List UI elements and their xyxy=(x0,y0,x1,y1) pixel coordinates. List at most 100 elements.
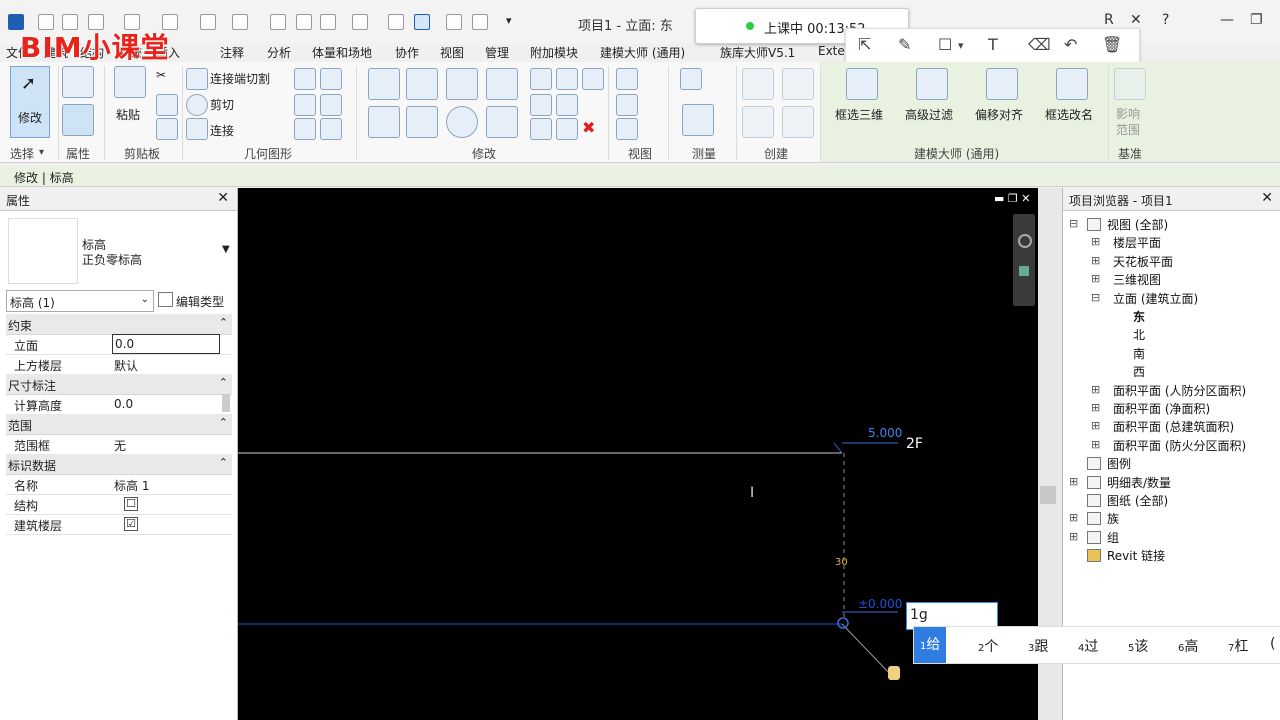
property-value[interactable]: 默认 xyxy=(114,357,138,374)
tree-expand-icon[interactable]: ⊞ xyxy=(1091,235,1100,248)
tree-expand-icon[interactable]: ⊞ xyxy=(1069,511,1078,524)
paste-icon[interactable] xyxy=(114,66,146,98)
tree-expand-icon[interactable]: ⊞ xyxy=(1069,475,1078,488)
scope-label[interactable]: 影响范围 xyxy=(1116,106,1144,138)
property-row[interactable]: 名称 标高 1 xyxy=(6,474,232,495)
paint-icon[interactable] xyxy=(320,68,342,90)
copy-element-icon[interactable] xyxy=(406,106,438,138)
browser-item[interactable]: 面积平面 (防火分区面积) xyxy=(1113,437,1246,454)
close-icon[interactable]: ✕ xyxy=(217,190,229,206)
split-gap-icon[interactable] xyxy=(556,68,578,90)
tab-8[interactable]: 协作 xyxy=(395,44,419,61)
trash-icon[interactable]: 🗑 xyxy=(1102,35,1122,54)
print-icon[interactable] xyxy=(200,14,216,30)
create-assembly-icon[interactable] xyxy=(782,68,814,100)
property-category[interactable]: 尺寸标注 ⌃ xyxy=(6,374,232,395)
ime-more-icon[interactable]: ( xyxy=(1270,636,1275,652)
cope-label[interactable]: 连接端切割 xyxy=(210,70,270,87)
box-rename-label[interactable]: 框选改名 xyxy=(1045,106,1093,123)
rotate-icon[interactable] xyxy=(446,106,478,138)
match-properties-icon[interactable] xyxy=(156,118,178,140)
aligned-dimension-icon[interactable] xyxy=(682,104,714,136)
copy-icon[interactable] xyxy=(156,94,178,116)
tab-13[interactable]: 族库大师V5.1 xyxy=(720,44,795,61)
hammer-icon[interactable] xyxy=(320,118,342,140)
property-row[interactable]: 上方楼层 默认 xyxy=(6,354,232,375)
tab-10[interactable]: 管理 xyxy=(485,44,509,61)
browser-item[interactable]: 族 xyxy=(1107,510,1119,527)
properties-scrollbar[interactable] xyxy=(222,394,230,412)
property-checkbox[interactable]: ☐ xyxy=(124,497,138,511)
instance-selector[interactable]: 标高 (1) ⌄ xyxy=(6,290,154,312)
ime-candidate[interactable]: 2个 xyxy=(978,636,998,656)
measure-distance-icon[interactable] xyxy=(680,68,702,90)
undo-annotation-icon[interactable]: ↶ xyxy=(1064,35,1077,54)
hide-icon[interactable] xyxy=(616,68,638,90)
text-icon[interactable] xyxy=(320,14,336,30)
property-value-input[interactable]: 0.0 xyxy=(112,334,220,354)
ime-candidate[interactable]: 3跟 xyxy=(1028,636,1048,656)
measure-icon[interactable] xyxy=(232,14,248,30)
unpin-icon[interactable] xyxy=(582,68,604,90)
level-2f-value[interactable]: 5.000 xyxy=(868,426,902,440)
switch-windows-icon[interactable] xyxy=(472,14,488,30)
scope-box-icon[interactable] xyxy=(1114,68,1146,100)
level-0-value[interactable]: ±0.000 xyxy=(858,597,902,611)
browser-item[interactable]: 图纸 (全部) xyxy=(1107,492,1168,509)
ime-candidate[interactable]: 6高 xyxy=(1178,636,1198,656)
offset-align-label[interactable]: 偏移对齐 xyxy=(975,106,1023,123)
ime-candidate[interactable]: 5该 xyxy=(1128,636,1148,656)
split-face-icon[interactable] xyxy=(294,68,316,90)
browser-item[interactable]: 西 xyxy=(1133,363,1145,380)
linework-icon[interactable] xyxy=(616,118,638,140)
box-select-3d-icon[interactable] xyxy=(846,68,878,100)
property-row[interactable]: 建筑楼层 ☑ xyxy=(6,514,232,535)
offset-align-icon[interactable] xyxy=(986,68,1018,100)
chevron-down-icon[interactable]: ▾ xyxy=(958,39,964,52)
box-rename-icon[interactable] xyxy=(1056,68,1088,100)
property-row[interactable]: 范围框 无 xyxy=(6,434,232,455)
browser-item[interactable]: 图例 xyxy=(1107,455,1131,472)
thin-lines-icon[interactable] xyxy=(414,14,430,30)
pointer-icon[interactable]: ⇱ xyxy=(858,35,871,54)
modify-button[interactable]: ➚ 修改 xyxy=(10,66,50,138)
property-row[interactable]: 计算高度 0.0 xyxy=(6,394,232,415)
eraser-icon[interactable]: ⌫ xyxy=(1028,35,1051,54)
split-icon[interactable] xyxy=(530,68,552,90)
pin-icon[interactable] xyxy=(530,118,552,140)
browser-item[interactable]: 天花板平面 xyxy=(1113,253,1173,270)
align-icon[interactable] xyxy=(368,68,400,100)
browser-item[interactable]: 组 xyxy=(1107,529,1119,546)
tab-5[interactable]: 注释 xyxy=(220,44,244,61)
browser-item[interactable]: 三维视图 xyxy=(1113,271,1161,288)
section-icon[interactable] xyxy=(388,14,404,30)
type-selector-chevron-icon[interactable]: ▼ xyxy=(222,244,230,255)
browser-item[interactable]: 视图 (全部) xyxy=(1107,216,1168,233)
property-value[interactable]: 0.0 xyxy=(114,397,133,411)
join-label[interactable]: 连接 xyxy=(210,122,234,139)
array-icon[interactable] xyxy=(530,94,552,116)
collapse-icon[interactable]: ⌃ xyxy=(219,376,228,389)
move-icon[interactable] xyxy=(368,106,400,138)
collapse-icon[interactable]: ⌃ xyxy=(219,316,228,329)
tree-expand-icon[interactable]: ⊞ xyxy=(1069,530,1078,543)
steering-wheel-icon[interactable] xyxy=(1018,234,1032,248)
tree-expand-icon[interactable]: ⊞ xyxy=(1091,272,1100,285)
browser-item[interactable]: 楼层平面 xyxy=(1113,234,1161,251)
level-2f-name[interactable]: 2F xyxy=(906,436,923,452)
scale-icon[interactable] xyxy=(556,94,578,116)
create-group-icon[interactable] xyxy=(742,68,774,100)
minimize-icon[interactable]: — xyxy=(1220,12,1234,28)
help-icon[interactable]: ? xyxy=(1162,12,1169,28)
property-category[interactable]: 约束 ⌃ xyxy=(6,314,232,335)
browser-item[interactable]: 立面 (建筑立面) xyxy=(1113,290,1198,307)
property-checkbox[interactable]: ☑ xyxy=(124,517,138,531)
3d-view-icon[interactable] xyxy=(352,14,368,30)
trim-icon[interactable] xyxy=(556,118,578,140)
browser-item[interactable]: 明细表/数量 xyxy=(1107,474,1171,491)
tab-9[interactable]: 视图 xyxy=(440,44,464,61)
browser-item[interactable]: 东 xyxy=(1133,308,1145,325)
lock-icon[interactable] xyxy=(888,666,900,680)
property-value[interactable]: 无 xyxy=(114,437,126,454)
advanced-filter-label[interactable]: 高级过滤 xyxy=(905,106,953,123)
